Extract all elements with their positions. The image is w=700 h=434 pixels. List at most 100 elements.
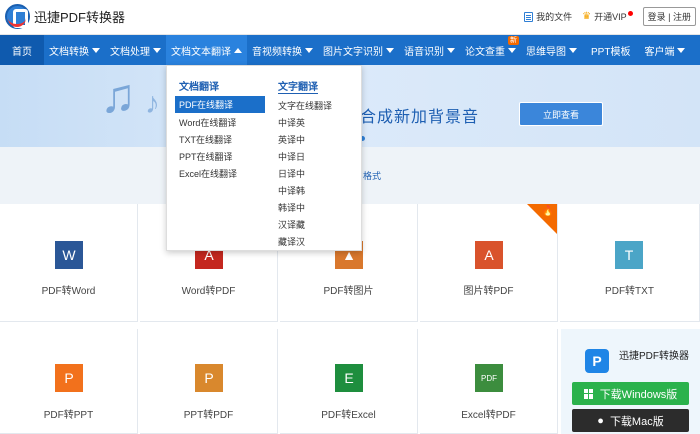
nav-label: 文档文本翻译 [171, 46, 231, 58]
top-links: 我的文件 ♛ 开通VIP 登录 | 注册 [524, 7, 696, 26]
app-logo-icon: P [585, 349, 609, 373]
section-underline [278, 93, 318, 94]
windows-icon [583, 388, 594, 399]
subheader-text[interactable]: 格式 [363, 169, 381, 182]
nav-item-mindmap[interactable]: 思维导图 [521, 35, 582, 65]
tile-excel-to-pdf[interactable]: PDF Excel转PDF [420, 329, 558, 434]
document-icon [524, 11, 534, 22]
dropdown-item-bo-zh[interactable]: 藏译汉 [278, 235, 305, 248]
dropdown-item-zh-bo[interactable]: 汉译藏 [278, 218, 305, 231]
chevron-down-icon [677, 47, 686, 53]
dropdown-item-zh-ko[interactable]: 中译韩 [278, 184, 305, 197]
tile-label: Word转PDF [181, 286, 236, 297]
nav-item-plagiarism[interactable]: 论文查重新 [460, 35, 521, 65]
banner-view-button[interactable]: 立即查看 [519, 102, 603, 126]
my-files-label: 我的文件 [536, 12, 573, 22]
my-files-link[interactable]: 我的文件 [524, 10, 572, 23]
app-name[interactable]: 迅捷PDF转换器 [34, 7, 125, 26]
dropdown-item-ppt-translate[interactable]: PPT在线翻译 [179, 150, 233, 163]
nav-item-av-convert[interactable]: 音视频转换 [247, 35, 318, 65]
nav-label: 文档转换 [49, 46, 89, 58]
main-nav: 首页 文档转换 文档处理 文档文本翻译 音视频转换 图片文字识别 语音识别 论文… [0, 35, 700, 65]
music-note-icon: ♫ [100, 70, 136, 123]
word-icon: W [55, 241, 83, 269]
dropdown-item-word-translate[interactable]: Word在线翻译 [179, 116, 236, 129]
nav-label: 文档处理 [110, 46, 150, 58]
download-windows-label: 下载Windows版 [599, 388, 678, 401]
chevron-down-icon [153, 47, 161, 53]
dropdown-item-txt-translate[interactable]: TXT在线翻译 [179, 133, 232, 146]
tile-pdf-to-ppt[interactable]: P PDF转PPT [0, 329, 138, 434]
nav-label: 音视频转换 [252, 46, 302, 58]
dropdown-item-excel-translate[interactable]: Excel在线翻译 [179, 167, 237, 180]
chevron-down-icon [508, 47, 516, 53]
tile-label: 图片转PDF [463, 286, 514, 297]
tile-label: PDF转TXT [605, 286, 654, 297]
tile-pdf-to-txt[interactable]: T PDF转TXT [560, 204, 700, 322]
nav-label: 客户端 [644, 46, 675, 58]
tile-ppt-to-pdf[interactable]: P PPT转PDF [140, 329, 278, 434]
chevron-down-icon [569, 47, 577, 53]
tile-label: PDF转图片 [323, 286, 374, 297]
chevron-up-icon [234, 47, 242, 53]
chevron-down-icon [92, 47, 100, 53]
nav-item-doc-convert[interactable]: 文档转换 [44, 35, 105, 65]
tile-label: PDF转Excel [321, 410, 376, 421]
download-mac-button[interactable]: ● 下载Mac版 [572, 409, 689, 432]
dropdown-item-en-zh[interactable]: 英译中 [278, 133, 305, 146]
vip-link[interactable]: ♛ 开通VIP [582, 10, 633, 23]
chevron-down-icon [447, 47, 455, 53]
download-mac-label: 下载Mac版 [609, 415, 664, 428]
pdf-icon: A [475, 241, 503, 269]
nav-item-speech[interactable]: 语音识别 [399, 35, 460, 65]
nav-label: PPT模板 [591, 46, 631, 58]
vip-label: 开通VIP [594, 12, 627, 22]
nav-item-home[interactable]: 首页 [0, 35, 44, 65]
nav-item-doc-process[interactable]: 文档处理 [105, 35, 166, 65]
login-register-button[interactable]: 登录 | 注册 [642, 7, 696, 26]
translate-dropdown-menu: 文档翻译 文字翻译 PDF在线翻译 Word在线翻译 TXT在线翻译 PPT在线… [166, 65, 362, 251]
chevron-down-icon [305, 47, 313, 53]
music-note-icon: ♪ [145, 87, 160, 120]
download-windows-button[interactable]: 下载Windows版 [572, 382, 689, 405]
flame-icon: 🔥 [541, 206, 554, 217]
nav-label: 首页 [12, 46, 32, 58]
nav-label: 图片文字识别 [323, 46, 383, 58]
nav-item-ocr[interactable]: 图片文字识别 [318, 35, 399, 65]
top-bar: 迅捷PDF转换器 我的文件 ♛ 开通VIP 登录 | 注册 [0, 0, 700, 35]
tile-label: PDF转PPT [43, 410, 94, 421]
nav-item-ppt-template[interactable]: PPT模板 [582, 35, 639, 65]
pdf-icon: PDF [475, 364, 503, 392]
dropdown-item-pdf-translate[interactable]: PDF在线翻译 [175, 96, 265, 113]
ppt-icon: P [195, 364, 223, 392]
apple-icon: ● [597, 414, 604, 427]
crown-icon: ♛ [582, 11, 592, 22]
txt-icon: T [615, 241, 643, 269]
dropdown-item-ja-zh[interactable]: 日译中 [278, 167, 305, 180]
ppt-icon: P [55, 364, 83, 392]
download-panel: P 迅捷PDF转换器 下载Windows版 ● 下载Mac版 [561, 329, 700, 434]
tile-pdf-to-excel[interactable]: E PDF转Excel [280, 329, 418, 434]
dropdown-item-text-translate[interactable]: 文字在线翻译 [278, 99, 332, 112]
nav-label: 思维导图 [526, 46, 566, 58]
nav-item-translate[interactable]: 文档文本翻译 [166, 35, 247, 65]
dropdown-section-title-doc: 文档翻译 [179, 82, 219, 93]
nav-label: 论文查重 [465, 46, 505, 58]
nav-item-client[interactable]: 客户端 [639, 35, 690, 65]
banner-text: 合成新加背景音 [360, 109, 480, 126]
tile-label: PDF转Word [41, 286, 96, 297]
notification-dot-icon [627, 11, 633, 16]
dropdown-item-ko-zh[interactable]: 韩译中 [278, 201, 305, 214]
tile-label: PPT转PDF [183, 410, 234, 421]
excel-icon: E [335, 364, 363, 392]
dropdown-item-zh-en[interactable]: 中译英 [278, 116, 305, 129]
nav-label: 语音识别 [404, 46, 444, 58]
new-badge: 新 [508, 36, 519, 45]
tile-image-to-pdf[interactable]: 🔥 A 图片转PDF [420, 204, 558, 322]
tile-pdf-to-word[interactable]: W PDF转Word [0, 204, 138, 322]
dropdown-section-title-text: 文字翻译 [278, 82, 318, 93]
download-panel-title: 迅捷PDF转换器 [619, 351, 689, 362]
tile-label: Excel转PDF [461, 410, 516, 421]
app-logo-icon[interactable] [5, 4, 30, 29]
dropdown-item-zh-ja[interactable]: 中译日 [278, 150, 305, 163]
